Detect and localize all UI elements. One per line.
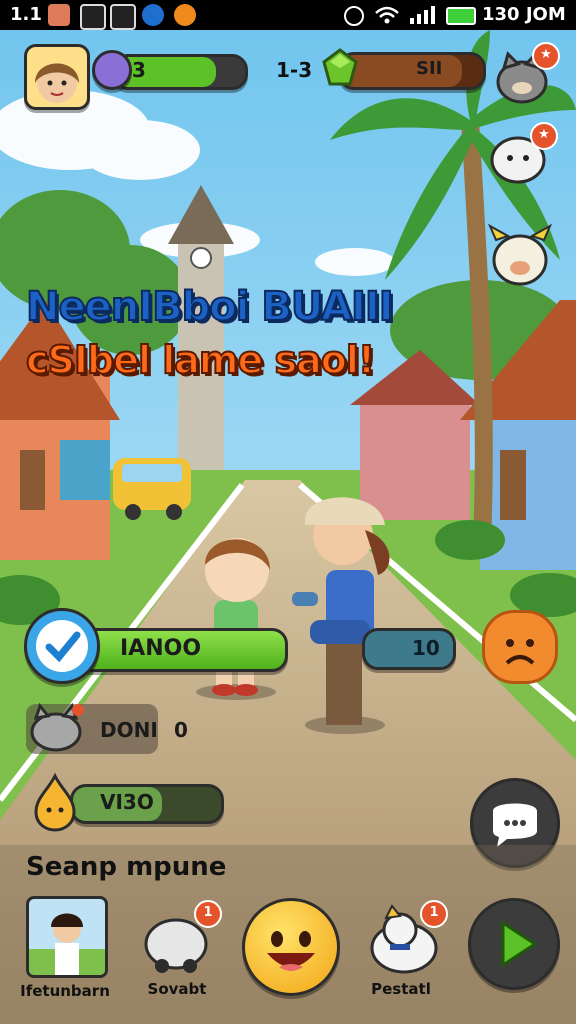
- level-value: 3: [132, 58, 146, 82]
- settings-icon: [344, 6, 364, 26]
- status-time: 130 JOM: [482, 4, 566, 25]
- cat-badge: ★: [532, 42, 560, 70]
- play-button[interactable]: [468, 898, 560, 990]
- pear-value: VI3O: [100, 790, 154, 814]
- bottom-item-puppy[interactable]: 1: [356, 900, 448, 982]
- bottom-item-kid-label: Ifetunbarn: [20, 982, 110, 1000]
- wheel-icon: [142, 4, 164, 26]
- wifi-icon: [375, 6, 399, 24]
- task-progress-value: IANOO: [120, 636, 202, 661]
- sheep-badge: ★: [530, 122, 558, 150]
- kid-portrait-icon: [26, 896, 108, 978]
- player-avatar[interactable]: [24, 44, 90, 110]
- check-button[interactable]: [24, 608, 100, 684]
- girl-face-icon: [35, 63, 79, 103]
- pet-row-value: 0: [174, 718, 188, 742]
- gem-bar: [338, 52, 486, 90]
- bottom-item-toy[interactable]: 1: [138, 900, 222, 980]
- cat-mini-icon: [30, 702, 84, 752]
- toy-badge: 1: [194, 900, 222, 928]
- pet-slot-goat[interactable]: [487, 220, 553, 290]
- sad-face-icon: [505, 639, 535, 665]
- smile-face-icon: [267, 931, 315, 971]
- gem-icon: [322, 48, 358, 86]
- pet-slot-cat[interactable]: ★: [492, 42, 560, 108]
- gallery-icon: [80, 4, 106, 30]
- play-icon: [501, 920, 538, 968]
- status-left-text: 1.1: [10, 4, 42, 25]
- bottom-item-toy-label: Sovabt: [147, 980, 207, 998]
- bottom-item-puppy-label: Pestatl: [371, 980, 431, 998]
- fox-icon: [174, 4, 196, 26]
- sad-face-button[interactable]: [482, 610, 558, 684]
- status-bar: 1.1 130 JOM: [0, 0, 576, 30]
- notification-icon: [48, 4, 70, 26]
- bottom-item-kid[interactable]: [26, 896, 108, 978]
- goat-pet-icon: [487, 223, 553, 286]
- smile-face-button[interactable]: [242, 898, 340, 996]
- game-title-line2: cSIbel lame saol!: [25, 337, 376, 383]
- stage-text: 1-3: [276, 58, 313, 82]
- level-clock-icon: [92, 50, 132, 90]
- pet-row-label: DONI: [100, 718, 158, 742]
- pet-slot-sheep[interactable]: ★: [486, 122, 558, 190]
- pear-icon: [34, 772, 76, 832]
- checkmark-icon: [36, 620, 88, 672]
- side-counter: [362, 628, 456, 670]
- gem-value: SII: [416, 58, 443, 79]
- battery-icon: [446, 7, 476, 25]
- game-title-line1: NeenIBboi BUAIII: [25, 283, 395, 331]
- side-counter-value: 10: [412, 636, 440, 660]
- bottom-section-title: Seanp mpune: [26, 852, 227, 882]
- signal-icon: [410, 6, 435, 24]
- alert-icon: [110, 4, 136, 30]
- puppy-badge: 1: [420, 900, 448, 928]
